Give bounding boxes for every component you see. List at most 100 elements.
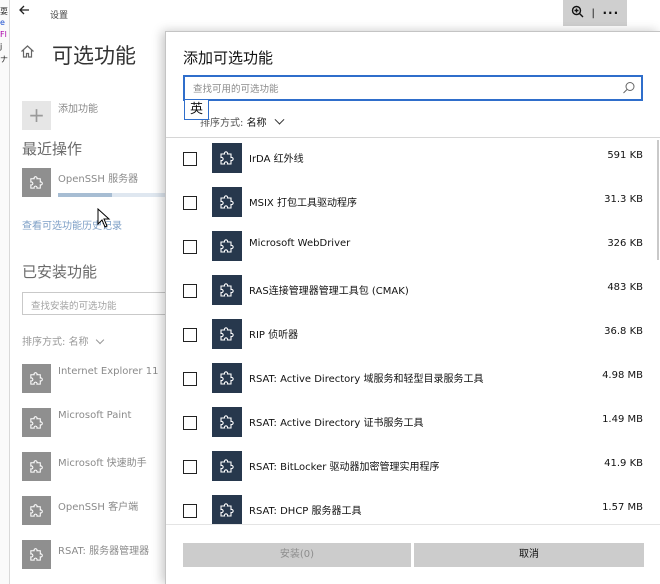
available-features-list: IrDA 红外线 591 KB MSIX 打包工具驱动程序 31.3 KB Micros… xyxy=(166,138,660,524)
feature-checkbox[interactable] xyxy=(183,152,197,166)
mouse-cursor-icon xyxy=(97,208,111,228)
feature-row[interactable]: RSAT: DHCP 服务器工具 1.57 MB xyxy=(166,490,660,524)
recent-item-name: OpenSSH 服务器 xyxy=(58,174,139,185)
feature-checkbox[interactable] xyxy=(183,372,197,386)
dialog-sort-control[interactable]: 排序方式: 名称 xyxy=(200,114,285,129)
puzzle-icon xyxy=(212,231,242,261)
feature-checkbox[interactable] xyxy=(183,460,197,474)
puzzle-icon xyxy=(22,168,51,197)
puzzle-icon xyxy=(22,364,51,393)
available-search-input[interactable] xyxy=(185,78,605,101)
sort-value: 名称 xyxy=(246,118,267,129)
toolbar-overlay: | ··· xyxy=(563,0,627,26)
fragment-text: e xyxy=(0,18,5,27)
puzzle-icon xyxy=(212,143,242,173)
puzzle-icon xyxy=(212,319,242,349)
add-optional-features-dialog: 添加可选功能 英 排序方式: 名称 IrDA 红外线 591 KB MSIX 打包工… xyxy=(165,31,660,584)
feature-name: Microsoft WebDriver xyxy=(249,238,351,249)
feature-size: 1.49 MB xyxy=(602,414,643,425)
installed-item-name[interactable]: Microsoft Paint xyxy=(58,410,131,421)
fragment-text: Fl xyxy=(0,30,7,39)
add-feature-label[interactable]: 添加功能 xyxy=(58,100,98,115)
installed-search-input[interactable]: 查找安装的可选功能 xyxy=(22,292,166,315)
zoom-in-icon[interactable] xyxy=(571,5,584,21)
feature-checkbox[interactable] xyxy=(183,416,197,430)
feature-name: RSAT: BitLocker 驱动器加密管理实用程序 xyxy=(249,462,440,473)
puzzle-icon xyxy=(22,540,51,569)
installed-sort-control[interactable]: 排序方式: 名称 xyxy=(22,333,104,348)
fragment-text: j xyxy=(0,42,3,51)
feature-name: RSAT: DHCP 服务器工具 xyxy=(249,506,362,517)
feature-size: 4.98 MB xyxy=(602,370,643,381)
background-window-edge: 耍 e Fl j ナ xyxy=(0,0,10,584)
feature-name: IrDA 红外线 xyxy=(249,154,304,165)
feature-checkbox[interactable] xyxy=(183,284,197,298)
feature-name: MSIX 打包工具驱动程序 xyxy=(249,198,357,209)
feature-row[interactable]: Microsoft WebDriver 326 KB xyxy=(166,226,660,270)
installed-item-name[interactable]: Microsoft 快速助手 xyxy=(58,454,147,469)
puzzle-icon xyxy=(212,363,242,393)
back-arrow-icon xyxy=(19,5,29,15)
cancel-button[interactable]: 取消 xyxy=(414,543,644,567)
title-bar: 设置 | ··· xyxy=(10,0,660,28)
fragment-text: ナ xyxy=(0,55,8,64)
feature-size: 591 KB xyxy=(607,150,643,161)
feature-name: RSAT: Active Directory 域服务和轻型目录服务工具 xyxy=(249,374,484,385)
fragment-text: 耍 xyxy=(0,7,8,16)
install-button[interactable]: 安装(0) xyxy=(183,543,411,567)
feature-row[interactable]: RSAT: Active Directory 域服务和轻型目录服务工具 4.98 … xyxy=(166,358,660,402)
available-search-box[interactable] xyxy=(183,75,643,101)
puzzle-icon xyxy=(212,451,242,481)
feature-size: 326 KB xyxy=(607,238,643,249)
puzzle-icon xyxy=(22,408,51,437)
install-progress-fill xyxy=(58,193,112,197)
plus-icon: + xyxy=(28,103,45,127)
feature-checkbox[interactable] xyxy=(183,196,197,210)
ime-indicator[interactable]: 英 xyxy=(184,99,209,120)
feature-checkbox[interactable] xyxy=(183,504,197,518)
installed-item-name[interactable]: RSAT: 服务器管理器 xyxy=(58,542,149,557)
puzzle-icon xyxy=(22,496,51,525)
feature-name: RIP 侦听器 xyxy=(249,330,299,341)
feature-name: RSAT: Active Directory 证书服务工具 xyxy=(249,418,424,429)
puzzle-icon xyxy=(212,275,242,305)
feature-size: 41.9 KB xyxy=(604,458,643,469)
installed-item-name[interactable]: Internet Explorer 11 xyxy=(58,366,158,377)
feature-row[interactable]: MSIX 打包工具驱动程序 31.3 KB xyxy=(166,182,660,226)
chevron-down-icon xyxy=(95,335,104,345)
add-feature-button[interactable]: + xyxy=(22,101,51,130)
recent-actions-heading: 最近操作 xyxy=(22,140,83,158)
feature-row[interactable]: RSAT: Active Directory 证书服务工具 1.49 MB xyxy=(166,402,660,446)
more-options-icon[interactable]: ··· xyxy=(602,6,619,20)
feature-size: 36.8 KB xyxy=(604,326,643,337)
sort-label: 排序方式: xyxy=(22,337,66,348)
feature-row[interactable]: RIP 侦听器 36.8 KB xyxy=(166,314,660,358)
feature-checkbox[interactable] xyxy=(183,240,197,254)
search-icon[interactable] xyxy=(621,80,637,96)
feature-checkbox[interactable] xyxy=(183,328,197,342)
separator-icon: | xyxy=(591,7,595,19)
puzzle-icon xyxy=(22,452,51,481)
puzzle-icon xyxy=(212,187,242,217)
page-title: 可选功能 xyxy=(52,44,136,68)
installed-item-name[interactable]: OpenSSH 客户端 xyxy=(58,498,138,513)
sort-value: 名称 xyxy=(68,337,89,348)
puzzle-icon xyxy=(212,407,242,437)
dialog-footer: 安装(0) 取消 xyxy=(166,524,660,584)
chevron-down-icon xyxy=(274,114,285,125)
app-title: 设置 xyxy=(50,11,69,21)
dialog-title: 添加可选功能 xyxy=(183,49,274,67)
home-icon[interactable] xyxy=(20,44,35,64)
feature-row[interactable]: IrDA 红外线 591 KB xyxy=(166,138,660,182)
feature-name: RAS连接管理器管理工具包 (CMAK) xyxy=(249,286,409,297)
puzzle-icon xyxy=(212,495,242,524)
installed-features-heading: 已安装功能 xyxy=(22,263,98,281)
feature-row[interactable]: RSAT: BitLocker 驱动器加密管理实用程序 41.9 KB xyxy=(166,446,660,490)
feature-row[interactable]: RAS连接管理器管理工具包 (CMAK) 483 KB xyxy=(166,270,660,314)
back-button[interactable] xyxy=(14,3,34,23)
install-progress-bar xyxy=(58,193,166,197)
feature-size: 31.3 KB xyxy=(604,194,643,205)
list-scrollbar[interactable] xyxy=(657,140,659,260)
feature-size: 1.57 MB xyxy=(602,502,643,513)
feature-size: 483 KB xyxy=(607,282,643,293)
